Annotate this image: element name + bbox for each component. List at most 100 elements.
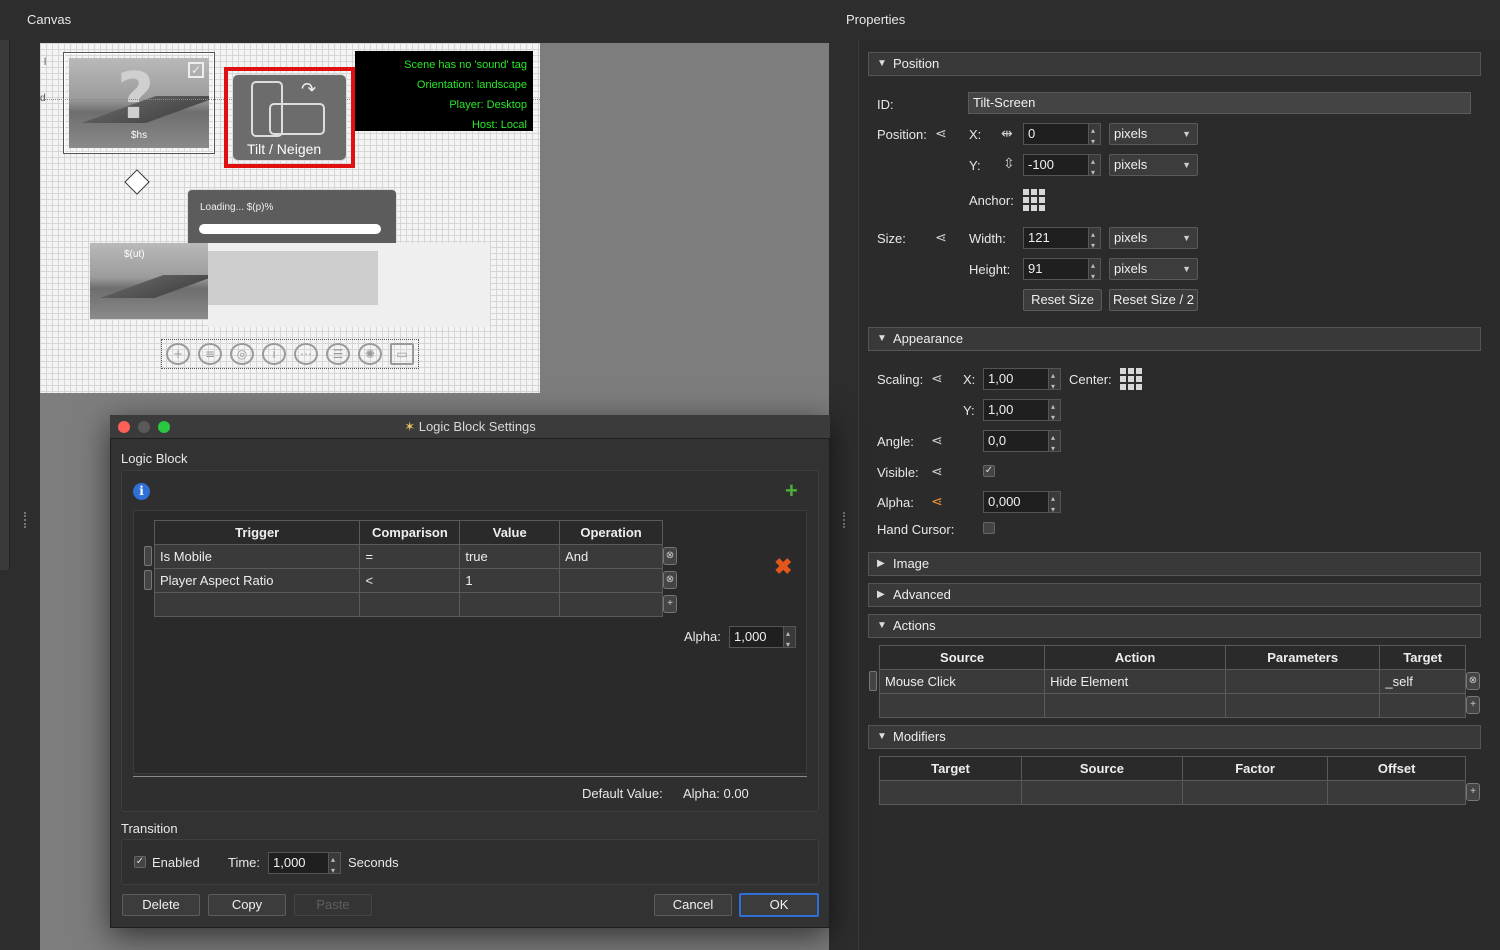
spin-arrows[interactable]: [1048, 489, 1060, 520]
width-unit-select[interactable]: pixels ▼: [1109, 227, 1198, 249]
zoom-window-button[interactable]: [158, 421, 170, 433]
x-unit-select[interactable]: pixels ▼: [1109, 123, 1198, 145]
table-cell[interactable]: [359, 592, 461, 617]
dialog-titlebar[interactable]: ✶ Logic Block Settings: [110, 415, 830, 439]
ok-button[interactable]: OK: [739, 893, 819, 917]
row-drag-handle[interactable]: [144, 546, 152, 566]
minimize-window-button[interactable]: [138, 421, 150, 433]
section-position-header[interactable]: ▼ Position: [868, 52, 1481, 76]
column-header[interactable]: Source: [1020, 756, 1183, 781]
table-row[interactable]: Is Mobile = true And: [153, 544, 663, 569]
remove-row-icon[interactable]: ⊗: [663, 571, 677, 589]
spin-arrows[interactable]: [1088, 225, 1100, 256]
table-row-empty[interactable]: [879, 780, 1466, 805]
table-row-empty[interactable]: [878, 693, 1466, 718]
enabled-checkbox[interactable]: ✓: [134, 856, 146, 868]
table-cell[interactable]: [1044, 693, 1226, 718]
table-cell[interactable]: And: [559, 544, 663, 569]
table-cell[interactable]: Mouse Click: [878, 669, 1046, 694]
table-cell[interactable]: true: [459, 544, 561, 569]
x-position-input[interactable]: 0: [1023, 121, 1101, 152]
row-drag-handle[interactable]: [144, 570, 152, 590]
spin-arrows[interactable]: [1048, 397, 1060, 428]
copy-button[interactable]: Copy: [208, 894, 286, 916]
height-input[interactable]: 91: [1023, 256, 1101, 287]
section-advanced-header[interactable]: ▶ Advanced: [868, 583, 1481, 607]
table-row[interactable]: Player Aspect Ratio < 1: [153, 568, 663, 593]
spin-arrows[interactable]: [1088, 121, 1100, 152]
list-circle-icon[interactable]: ☰: [326, 343, 350, 365]
spin-arrows[interactable]: [1088, 152, 1100, 183]
table-cell[interactable]: 1: [459, 568, 561, 593]
column-header[interactable]: Factor: [1181, 756, 1329, 781]
table-cell[interactable]: [1224, 693, 1381, 718]
add-row-icon[interactable]: +: [1466, 783, 1480, 801]
splitter-handle-right[interactable]: [843, 512, 847, 528]
canvas-side-scrollbar[interactable]: [0, 40, 10, 570]
tour-scene[interactable]: ? $hs ✓ d l ↷ Tilt / Neigen Scene has no…: [40, 43, 540, 393]
column-header[interactable]: Source: [878, 645, 1046, 670]
table-cell[interactable]: [1379, 693, 1466, 718]
table-cell[interactable]: [559, 592, 663, 617]
center-grid-icon[interactable]: [1120, 368, 1142, 390]
modifiers-table[interactable]: Target Source Factor Offset: [879, 756, 1466, 805]
add-row-icon[interactable]: +: [1466, 696, 1480, 714]
condition-alpha-input[interactable]: 1,000: [729, 624, 796, 655]
spin-arrows[interactable]: [1048, 366, 1060, 397]
tilt-screen-selection[interactable]: ↷ Tilt / Neigen: [224, 67, 355, 168]
y-position-input[interactable]: -100: [1023, 152, 1101, 183]
table-cell[interactable]: <: [359, 568, 461, 593]
info-icon[interactable]: i: [133, 483, 150, 500]
column-header[interactable]: Offset: [1327, 756, 1466, 781]
table-cell[interactable]: Player Aspect Ratio: [153, 568, 361, 593]
add-circle-icon[interactable]: +: [166, 343, 190, 365]
splitter-handle[interactable]: [24, 512, 28, 528]
column-header[interactable]: Value: [459, 520, 561, 545]
info-circle-icon[interactable]: i: [262, 343, 286, 365]
section-actions-header[interactable]: ▼ Actions: [868, 614, 1481, 638]
time-input[interactable]: 1,000: [268, 850, 341, 881]
table-cell[interactable]: _self: [1379, 669, 1466, 694]
angle-input[interactable]: 0,0: [983, 428, 1061, 459]
close-window-button[interactable]: [118, 421, 130, 433]
id-field[interactable]: Tilt-Screen: [968, 92, 1471, 114]
actions-table[interactable]: Source Action Parameters Target Mouse Cl…: [878, 645, 1466, 718]
table-cell[interactable]: [1224, 669, 1381, 694]
column-header[interactable]: Comparison: [359, 520, 461, 545]
thumbnail-image-2[interactable]: $(ut): [90, 243, 208, 319]
link-icon[interactable]: ⋖: [931, 463, 943, 480]
properties-scroll-area[interactable]: [858, 40, 1500, 950]
remove-row-icon[interactable]: ⊗: [1466, 672, 1480, 690]
link-icon[interactable]: ⋖: [935, 229, 947, 246]
delete-condition-icon[interactable]: ✖: [774, 556, 792, 578]
column-header[interactable]: Target: [1379, 645, 1466, 670]
paste-button[interactable]: Paste: [294, 894, 372, 916]
conditions-table[interactable]: Trigger Comparison Value Operation Is Mo…: [153, 520, 663, 617]
spin-arrows[interactable]: [783, 624, 795, 655]
table-cell[interactable]: [1181, 780, 1329, 805]
link-icon[interactable]: ⋖: [931, 370, 943, 387]
table-cell[interactable]: [1327, 780, 1466, 805]
compass-icon[interactable]: [124, 169, 150, 195]
table-cell[interactable]: =: [359, 544, 461, 569]
section-modifiers-header[interactable]: ▼ Modifiers: [868, 725, 1481, 749]
tilt-screen-element[interactable]: ↷ Tilt / Neigen: [232, 74, 347, 161]
spin-arrows[interactable]: [1048, 428, 1060, 459]
spin-arrows[interactable]: [1088, 256, 1100, 287]
table-cell[interactable]: [459, 592, 561, 617]
column-header[interactable]: Target: [879, 756, 1022, 781]
link-active-icon[interactable]: ⋖: [931, 493, 943, 510]
menu-circle-icon[interactable]: ≡: [198, 343, 222, 365]
height-unit-select[interactable]: pixels ▼: [1109, 258, 1198, 280]
section-appearance-header[interactable]: ▼ Appearance: [868, 327, 1481, 351]
link-icon[interactable]: ⋖: [935, 125, 947, 142]
swirl-circle-icon[interactable]: ✺: [358, 343, 382, 365]
table-row-empty[interactable]: [153, 592, 663, 617]
hotspot-circle-icon[interactable]: ◎: [230, 343, 254, 365]
add-row-icon[interactable]: +: [663, 595, 677, 613]
table-cell[interactable]: [879, 780, 1022, 805]
column-header[interactable]: Trigger: [153, 520, 361, 545]
table-cell[interactable]: Is Mobile: [153, 544, 361, 569]
add-condition-icon[interactable]: +: [785, 480, 798, 502]
column-header[interactable]: Parameters: [1224, 645, 1381, 670]
